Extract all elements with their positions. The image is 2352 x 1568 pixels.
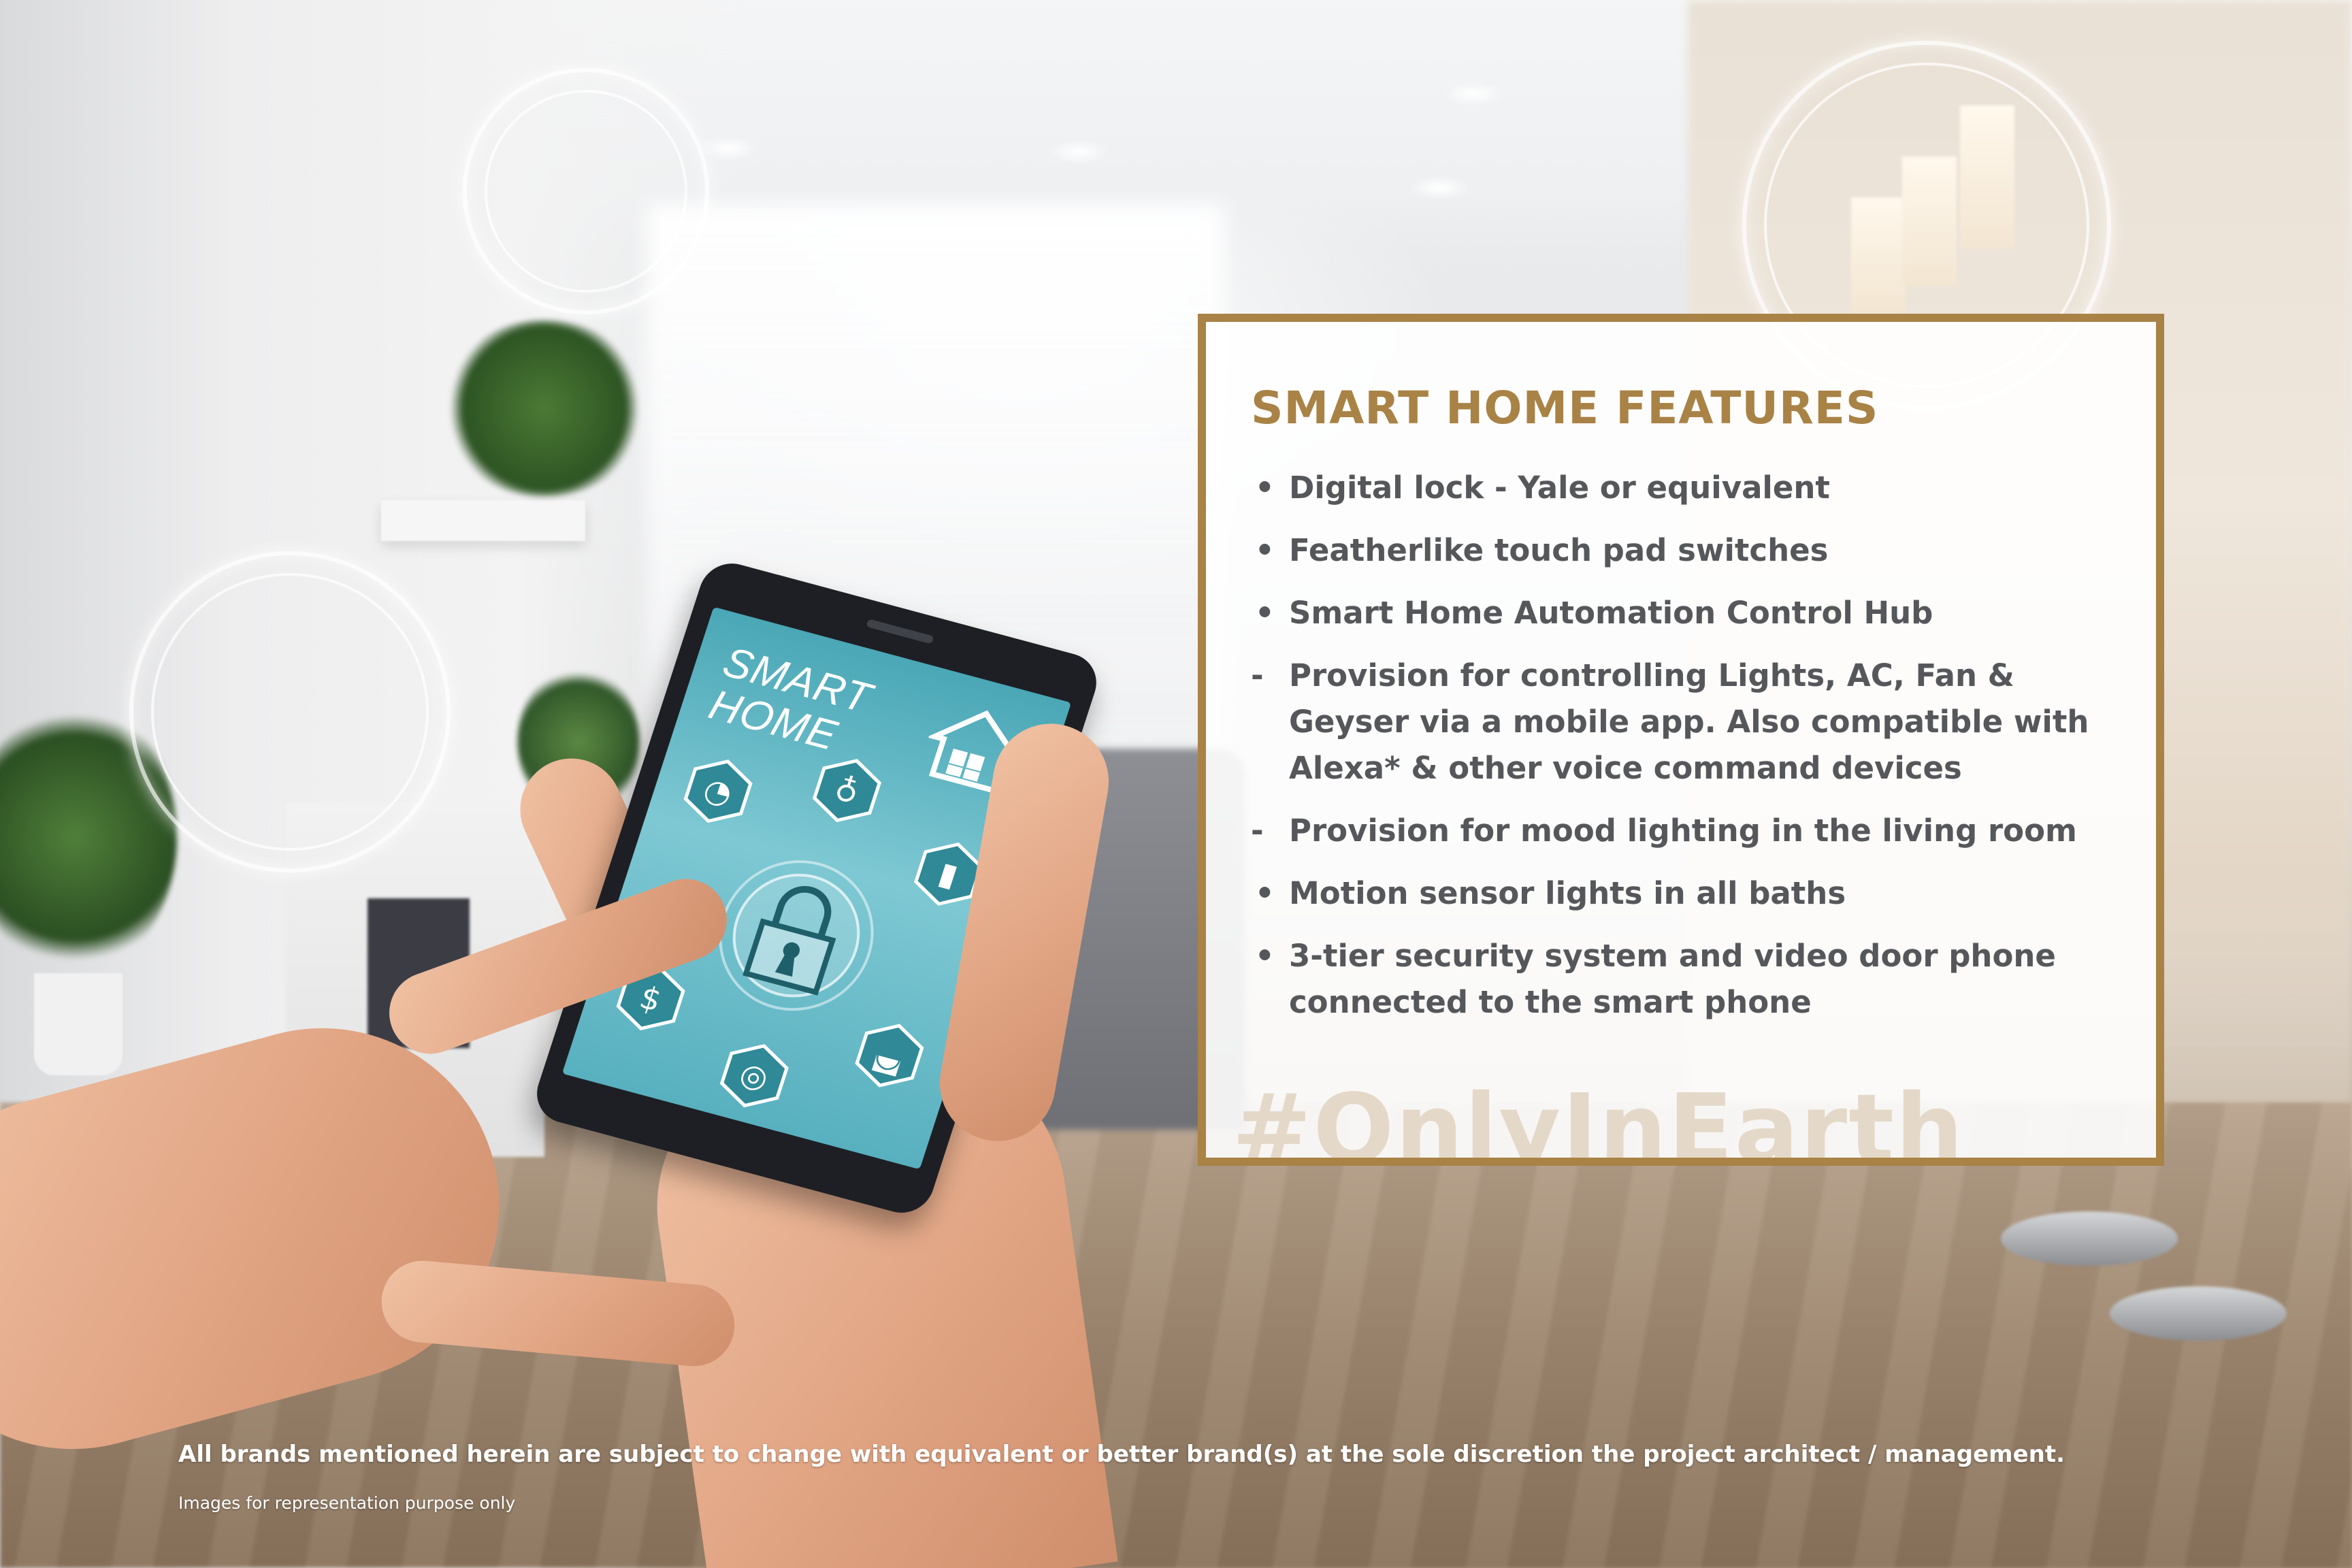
plant-pot [34, 973, 122, 1075]
feature-item: • Smart Home Automation Control Hub [1251, 590, 2129, 636]
padlock-icon [719, 860, 874, 1011]
shelf-plant [442, 320, 647, 497]
feature-text: Motion sensor lights in all baths [1289, 875, 1846, 911]
feature-list: • Digital lock - Yale or equivalent • Fe… [1251, 465, 2129, 1042]
car-icon: ◛ [846, 1015, 933, 1097]
feature-text: Provision for controlling Lights, AC, Fa… [1289, 657, 2089, 786]
feature-text: Digital lock - Yale or equivalent [1289, 470, 1830, 506]
brand-hashtag: #OnlyInEarth [1232, 1074, 1965, 1166]
wifi-signal-icon: ◔ [674, 750, 762, 832]
light-bulb-icon: ♁ [804, 749, 891, 832]
bar-stool [2001, 1211, 2178, 1266]
ceiling-light [1048, 140, 1109, 164]
bullet-marker: • [1255, 595, 1275, 631]
feature-item: • Featherlike touch pad switches [1251, 527, 2129, 574]
bullet-marker: • [1255, 875, 1275, 911]
feature-item: - Provision for mood lighting in the liv… [1251, 808, 2129, 854]
ceiling-light [1443, 82, 1504, 106]
bar-stool [2110, 1286, 2287, 1341]
dash-marker: - [1251, 657, 1264, 693]
feature-item: • 3-tier security system and video door … [1251, 933, 2129, 1026]
wall-shelf [381, 500, 585, 541]
glow-ring-icon [129, 551, 451, 872]
phone-app-title: SMART HOME [704, 638, 877, 764]
feature-text: Smart Home Automation Control Hub [1289, 595, 1933, 631]
phone-speaker [866, 619, 934, 644]
dash-marker: - [1251, 813, 1264, 849]
card-title: SMART HOME FEATURES [1251, 382, 1879, 434]
feature-text: Provision for mood lighting in the livin… [1289, 813, 2077, 849]
feature-item: - Provision for controlling Lights, AC, … [1251, 653, 2129, 791]
bullet-marker: • [1255, 532, 1275, 568]
features-card: SMART HOME FEATURES • Digital lock - Yal… [1198, 314, 2164, 1166]
bullet-marker: • [1255, 470, 1275, 506]
ceiling-light [1409, 176, 1470, 200]
representation-note: Images for representation purpose only [178, 1493, 516, 1513]
feature-item: • Digital lock - Yale or equivalent [1251, 465, 2129, 511]
glow-ring-icon [463, 68, 709, 314]
bullet-marker: • [1255, 938, 1275, 974]
feature-item: • Motion sensor lights in all baths [1251, 870, 2129, 917]
feature-text: Featherlike touch pad switches [1289, 532, 1829, 568]
feature-text: 3-tier security system and video door ph… [1289, 938, 2056, 1020]
brand-disclaimer: All brands mentioned herein are subject … [178, 1441, 2065, 1468]
fingerprint-icon: ◎ [711, 1034, 798, 1117]
ceiling-light [698, 136, 759, 161]
